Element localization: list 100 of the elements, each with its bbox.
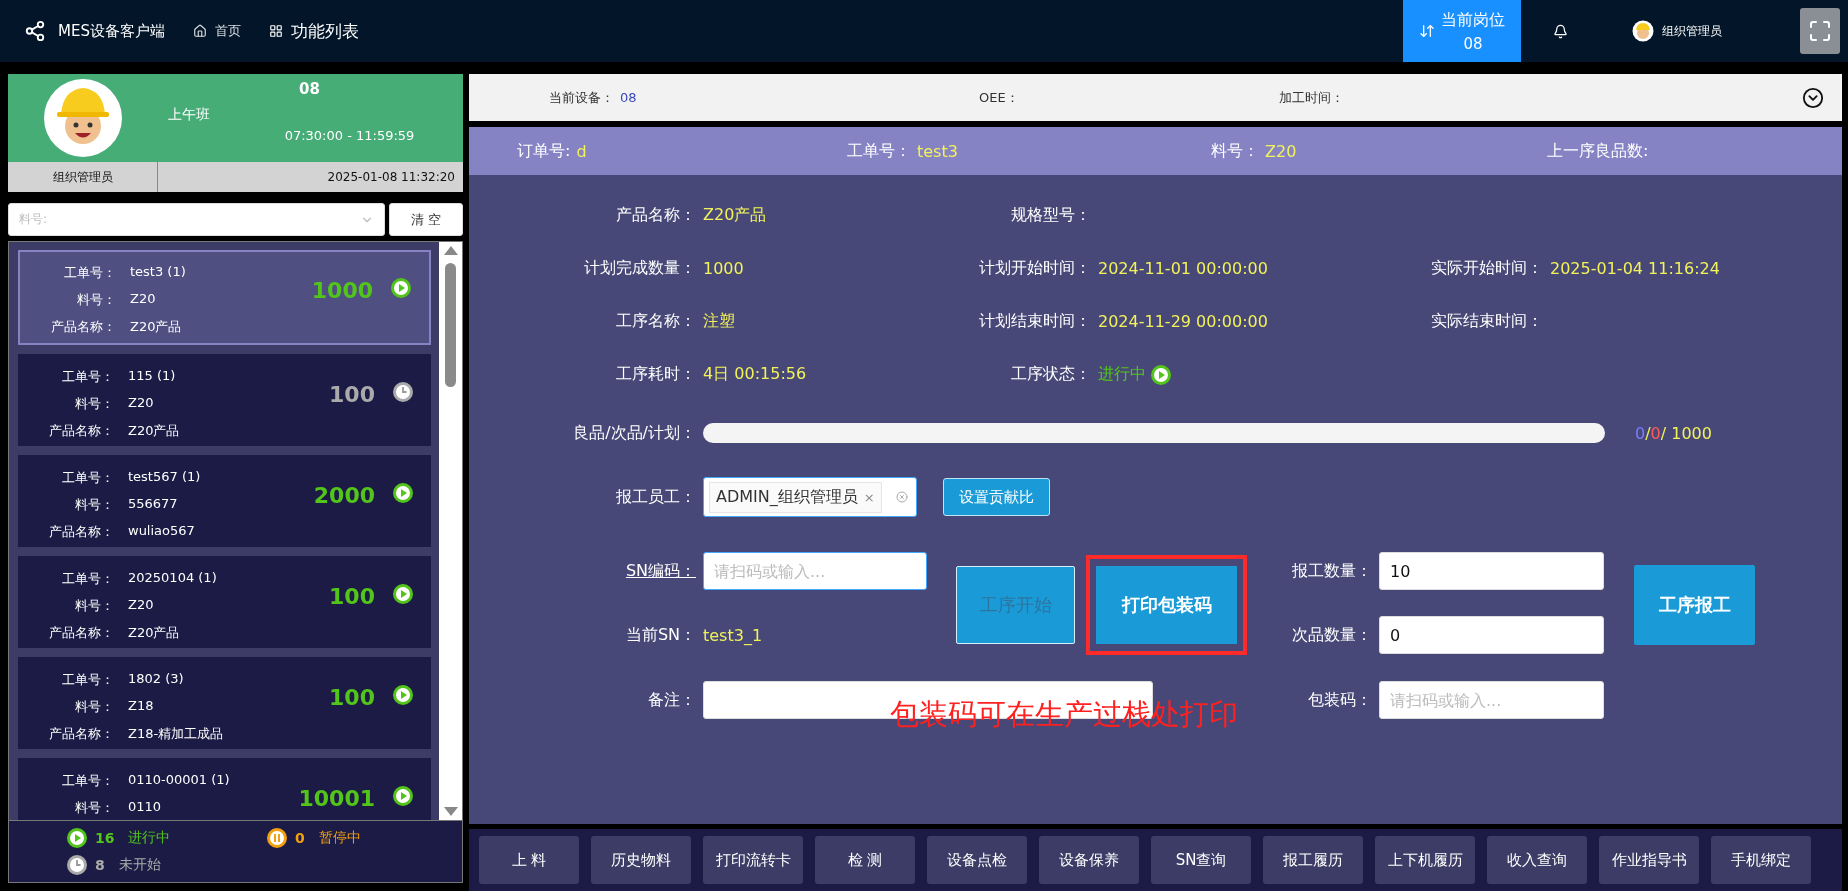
field-label: 料号： — [74, 799, 114, 817]
avatar-drawing — [1632, 20, 1654, 42]
order-label: 上一序良品数: — [1547, 140, 1649, 162]
nav-link[interactable]: 首页 — [192, 22, 241, 40]
field-label: 产品名称： — [48, 523, 114, 541]
toolbar-button[interactable]: 收入查询 — [1487, 836, 1587, 884]
detail-value: 1000 — [702, 259, 745, 278]
field-label: 产品名称： — [48, 422, 114, 440]
order-label: 工单号： — [847, 140, 911, 162]
field-value: Z18-精加工成品 — [128, 725, 225, 743]
order-value: d — [576, 141, 587, 161]
toolbar-button[interactable]: 手机绑定 — [1711, 836, 1811, 884]
detail-value: 2024-11-01 00:00:00 — [1097, 259, 1269, 278]
order-label: 订单号: — [517, 140, 571, 162]
scrollbar[interactable] — [439, 242, 462, 820]
field-label: 料号： — [76, 291, 116, 309]
bell-icon[interactable] — [1553, 23, 1568, 39]
progress-reading: 0 — [1635, 423, 1646, 443]
field-label: 工单号： — [61, 570, 114, 588]
detail-label: 计划开始时间： — [979, 258, 1091, 279]
order-quantity: 10001 — [298, 786, 375, 811]
package-input[interactable]: 请扫码或输入... — [1379, 681, 1604, 719]
toolbar-button[interactable]: 打印流转卡 — [703, 836, 803, 884]
toolbar-button[interactable]: 历史物料 — [591, 836, 691, 884]
field-value: 0110 — [128, 799, 163, 816]
device-label: 当前设备： — [549, 88, 614, 107]
order-value: test3 — [917, 141, 958, 161]
progress-reading: / — [1645, 423, 1651, 443]
work-order-card[interactable]: 工单号： 20250104 (1) 料号： Z20 产品名称： Z20产品 100 — [18, 556, 431, 648]
toolbar-button[interactable]: 检 测 — [815, 836, 915, 884]
current-sn-label: 当前SN： — [625, 624, 696, 646]
work-order-card[interactable]: 工单号： test567 (1) 料号： 556677 产品名称： wuliao567 2000 — [18, 455, 431, 547]
progress-label: 良品/次品/计划： — [573, 422, 696, 444]
tag-text: ADMIN_组织管理员 — [716, 486, 858, 508]
toolbar-button[interactable]: 设备保养 — [1039, 836, 1139, 884]
detail-label: 实际开始时间： — [1431, 258, 1543, 279]
tag-remove[interactable]: × — [863, 489, 875, 505]
work-order-card[interactable]: 工单号： test3 (1) 料号： Z20 产品名称： Z20产品 1000 — [18, 250, 431, 345]
toolbar-button[interactable]: 作业指导书 — [1599, 836, 1699, 884]
clear-icon[interactable] — [896, 491, 908, 503]
staff-select[interactable]: ADMIN_组织管理员 × — [703, 477, 917, 517]
order-quantity: 100 — [329, 685, 375, 710]
status-count: 16 — [95, 830, 115, 847]
scroll-up-icon[interactable] — [443, 246, 458, 255]
field-value: 115 (1) — [128, 368, 177, 385]
detail-value: 2025-01-04 11:16:24 — [1549, 259, 1721, 278]
field-value: test3 (1) — [130, 264, 187, 281]
field-label: 料号： — [74, 597, 114, 615]
field-label: 产品名称： — [50, 318, 116, 336]
field-label: 工单号： — [63, 264, 116, 282]
detail-value: 2024-11-29 00:00:00 — [1097, 312, 1269, 331]
fullscreen-button[interactable] — [1800, 8, 1840, 54]
quantity-input[interactable]: 10 — [1379, 552, 1604, 590]
field-value: test567 (1) — [128, 469, 202, 486]
station-label: 当前岗位 — [1441, 9, 1505, 31]
status-label: 暂停中 — [318, 829, 361, 848]
work-order-card[interactable]: 工单号： 0110-00001 (1) 料号： 0110 10001 — [18, 758, 431, 820]
current-datetime: 2025-01-08 11:32:20 — [158, 162, 463, 192]
detail-label: 计划结束时间： — [979, 311, 1091, 332]
work-order-card[interactable]: 工单号： 115 (1) 料号： Z20 产品名称： Z20产品 100 — [18, 354, 431, 446]
detail-label: 工序耗时： — [616, 364, 696, 385]
nav-link[interactable]: 功能列表 — [268, 19, 359, 43]
field-label: 产品名称： — [48, 624, 114, 642]
detail-value: Z20产品 — [702, 205, 768, 226]
defect-input[interactable]: 0 — [1379, 616, 1604, 654]
field-label: 工单号： — [61, 469, 114, 487]
toolbar-button[interactable]: 设备点检 — [927, 836, 1027, 884]
order-quantity: 100 — [329, 584, 375, 609]
toolbar-button[interactable]: 上下机履历 — [1375, 836, 1475, 884]
status-count: 8 — [95, 856, 105, 873]
app-title: MES设备客户端 — [58, 21, 165, 41]
order-quantity: 2000 — [313, 483, 375, 508]
status-count: 0 — [295, 830, 305, 847]
clear-button[interactable]: 清 空 — [389, 203, 463, 236]
scroll-down-icon[interactable] — [443, 807, 458, 816]
field-value: Z20产品 — [128, 624, 181, 642]
expand-icon[interactable] — [1802, 86, 1824, 109]
field-value: wuliao567 — [128, 523, 196, 540]
detail-label: 产品名称： — [616, 205, 696, 226]
toolbar-button[interactable]: SN查询 — [1151, 836, 1251, 884]
package-label: 包装码： — [1308, 689, 1372, 711]
scroll-thumb[interactable] — [445, 263, 456, 387]
defect-label: 次品数量： — [1292, 624, 1372, 646]
field-label: 工单号： — [61, 368, 114, 386]
sn-label[interactable]: SN编码： — [625, 560, 696, 580]
field-value: Z18 — [128, 698, 155, 715]
sn-input[interactable]: 请扫码或输入... — [703, 552, 927, 590]
detail-label: 工序名称： — [616, 311, 696, 332]
field-label: 料号： — [74, 698, 114, 716]
field-label: 料号： — [74, 395, 114, 413]
toolbar-button[interactable]: 报工履历 — [1263, 836, 1363, 884]
staff-label: 报工员工： — [616, 486, 696, 508]
user-name[interactable]: 组织管理员 — [1662, 22, 1722, 40]
field-value: Z20 — [130, 291, 157, 308]
order-value: Z20 — [1265, 141, 1297, 161]
station-value: 08 — [1463, 34, 1483, 53]
work-order-card[interactable]: 工单号： 1802 (3) 料号： Z18 产品名称： Z18-精加工成品 100 — [18, 657, 431, 749]
toolbar-button[interactable]: 上 料 — [479, 836, 579, 884]
field-label: 工单号： — [61, 772, 114, 790]
order-quantity: 100 — [329, 382, 375, 407]
